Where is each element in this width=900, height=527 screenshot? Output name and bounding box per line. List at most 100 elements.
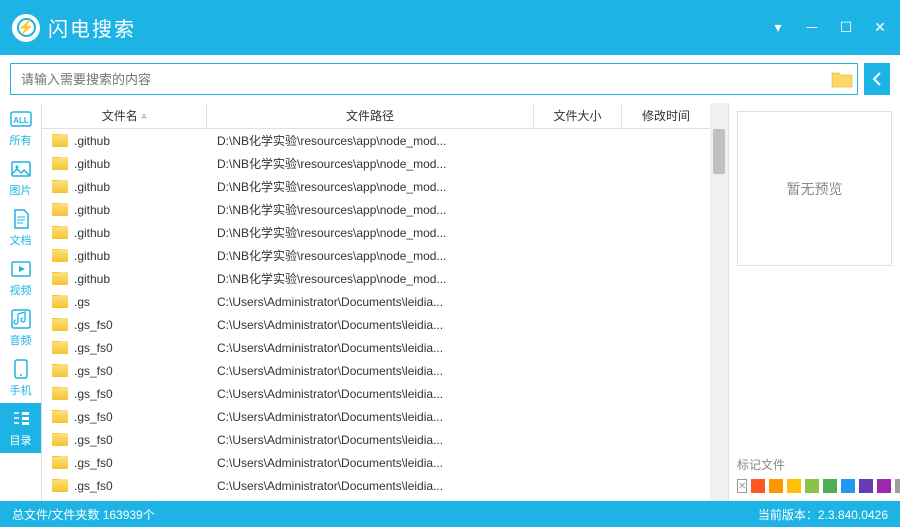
file-name: .gs_fs0 [74,387,113,401]
column-header-path[interactable]: 文件路径 [207,103,534,128]
file-name: .github [74,134,110,148]
file-path: C:\Users\Administrator\Documents\leidia.… [207,479,534,493]
file-path: C:\Users\Administrator\Documents\leidia.… [207,456,534,470]
minimize-button[interactable]: － [804,20,820,36]
folder-icon [52,180,68,193]
column-header-size[interactable]: 文件大小 [534,103,622,128]
sidebar-item-audio[interactable]: 音频 [0,303,41,353]
table-row[interactable]: .gs_fs0C:\Users\Administrator\Documents\… [42,336,710,359]
sidebar-item-folder[interactable]: 目录 [0,403,41,453]
folder-icon [831,70,853,88]
table-row[interactable]: .gs_fs0C:\Users\Administrator\Documents\… [42,474,710,497]
audio-icon [10,308,32,330]
file-name: .github [74,203,110,217]
folder-icon [52,456,68,469]
video-icon [10,258,32,280]
tag-color[interactable] [895,479,900,493]
file-path: D:\NB化学实验\resources\app\node_mod... [207,201,534,218]
scroll-thumb[interactable] [713,129,725,174]
table-row[interactable]: .githubD:\NB化学实验\resources\app\node_mod.… [42,175,710,198]
folder-icon [52,295,68,308]
tag-clear-button[interactable]: ✕ [737,479,747,493]
folder-icon [52,134,68,147]
file-path: D:\NB化学实验\resources\app\node_mod... [207,270,534,287]
vertical-scrollbar[interactable] [710,103,728,501]
tag-color[interactable] [805,479,819,493]
table-row[interactable]: .gs_fs0 C:\Users\Administrator\Documents\… [42,451,710,474]
sidebar-item-phone[interactable]: 手机 [0,353,41,403]
folder-icon [52,272,68,285]
file-name: .gs_fs0 [74,341,113,355]
folder-icon [52,203,68,216]
sidebar-item-all[interactable]: ALL 所有 [0,103,41,153]
phone-icon [10,358,32,380]
table-row[interactable]: .gs_fs0C:\Users\Administrator\Documents\… [42,313,710,336]
app-title: 闪电搜索 [48,13,136,42]
column-header-row: 文件名▵ 文件路径 文件大小 修改时间 [42,103,710,129]
table-row[interactable]: .gsC:\Users\Administrator\Documents\leid… [42,290,710,313]
close-button[interactable]: ✕ [872,20,888,36]
folder-list-icon [10,408,32,430]
table-row[interactable]: .github D:\NB化学实验\resources\app\node_mod.… [42,267,710,290]
folder-icon [52,479,68,492]
file-path: C:\Users\Administrator\Documents\leidia.… [207,433,534,447]
window-controls: ▾ － ☐ ✕ [770,20,888,36]
search-input[interactable] [11,72,827,87]
sidebar-item-image[interactable]: 图片 [0,153,41,203]
sidebar-item-doc[interactable]: 文档 [0,203,41,253]
table-row[interactable]: .githubD:\NB化学实验\resources\app\node_mod.… [42,129,710,152]
tag-colors: ✕ [737,479,892,493]
table-row[interactable]: .gs_fs0C:\Users\Administrator\Documents\… [42,428,710,451]
file-name: .gs_fs0 [74,364,113,378]
category-sidebar: ALL 所有 图片 文档 视频 音频 手机 目录 [0,103,42,501]
tag-color[interactable] [859,479,873,493]
folder-icon [52,226,68,239]
tag-color[interactable] [823,479,837,493]
table-row[interactable]: .githubD:\NB化学实验\resources\app\node_mod.… [42,152,710,175]
folder-icon [52,433,68,446]
file-list: 文件名▵ 文件路径 文件大小 修改时间 .github D:\NB化学实验\res… [42,103,710,501]
document-icon [10,208,32,230]
table-row[interactable]: .gs_fs0 C:\Users\Administrator\Documents\… [42,405,710,428]
title-bar: 闪电搜索 ▾ － ☐ ✕ [0,0,900,55]
all-icon: ALL [10,108,32,130]
file-name: .gs [74,295,90,309]
browse-folder-button[interactable] [827,64,857,94]
search-bar [0,55,900,103]
file-name: .gs_fs0 [74,410,113,424]
table-row[interactable]: .githubD:\NB化学实验\resources\app\node_mod.… [42,244,710,267]
tag-color[interactable] [769,479,783,493]
sidebar-item-video[interactable]: 视频 [0,253,41,303]
table-row[interactable]: .githubD:\NB化学实验\resources\app\node_mod.… [42,221,710,244]
tag-color[interactable] [751,479,765,493]
status-count-label: 总文件/文件夹数 163939个 [12,506,155,523]
main-content: ALL 所有 图片 文档 视频 音频 手机 目录 文件名▵ [0,103,900,501]
tag-color[interactable] [787,479,801,493]
app-logo: 闪电搜索 [12,13,136,42]
file-name: .gs_fs0 [74,456,113,470]
toggle-preview-button[interactable] [864,63,890,95]
file-name: .github [74,157,110,171]
file-name: .github [74,272,110,286]
file-path: C:\Users\Administrator\Documents\leidia.… [207,364,534,378]
file-name: .github [74,180,110,194]
column-header-date[interactable]: 修改时间 [622,103,710,128]
tag-color[interactable] [877,479,891,493]
file-path: D:\NB化学实验\resources\app\node_mod... [207,247,534,264]
folder-icon [52,318,68,331]
search-box [10,63,858,95]
table-row[interactable]: .gs_fs0C:\Users\Administrator\Documents\… [42,382,710,405]
table-row[interactable]: .gs_fs0 C:\Users\Administrator\Documents\… [42,359,710,382]
menu-dropdown-icon[interactable]: ▾ [770,20,786,36]
maximize-button[interactable]: ☐ [838,20,854,36]
folder-icon [52,157,68,170]
file-path: C:\Users\Administrator\Documents\leidia.… [207,410,534,424]
tag-label: 标记文件 [737,456,892,473]
tag-color[interactable] [841,479,855,493]
folder-icon [52,387,68,400]
preview-panel: 暂无预览 标记文件 ✕ [728,103,900,501]
table-row[interactable]: .github D:\NB化学实验\resources\app\node_mod.… [42,198,710,221]
svg-text:ALL: ALL [13,116,29,125]
column-header-name[interactable]: 文件名▵ [42,103,207,128]
image-icon [10,158,32,180]
